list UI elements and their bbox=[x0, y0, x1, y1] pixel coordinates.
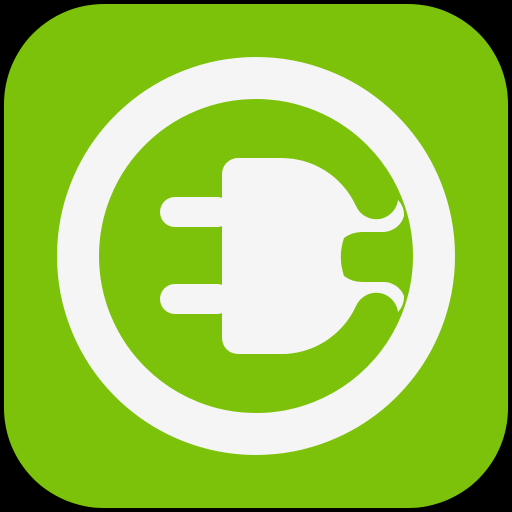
app-icon[interactable] bbox=[0, 0, 512, 512]
plug-prong-bottom bbox=[160, 284, 232, 314]
ev-charging-plug-icon bbox=[4, 4, 508, 508]
plug-prong-top bbox=[160, 197, 232, 227]
